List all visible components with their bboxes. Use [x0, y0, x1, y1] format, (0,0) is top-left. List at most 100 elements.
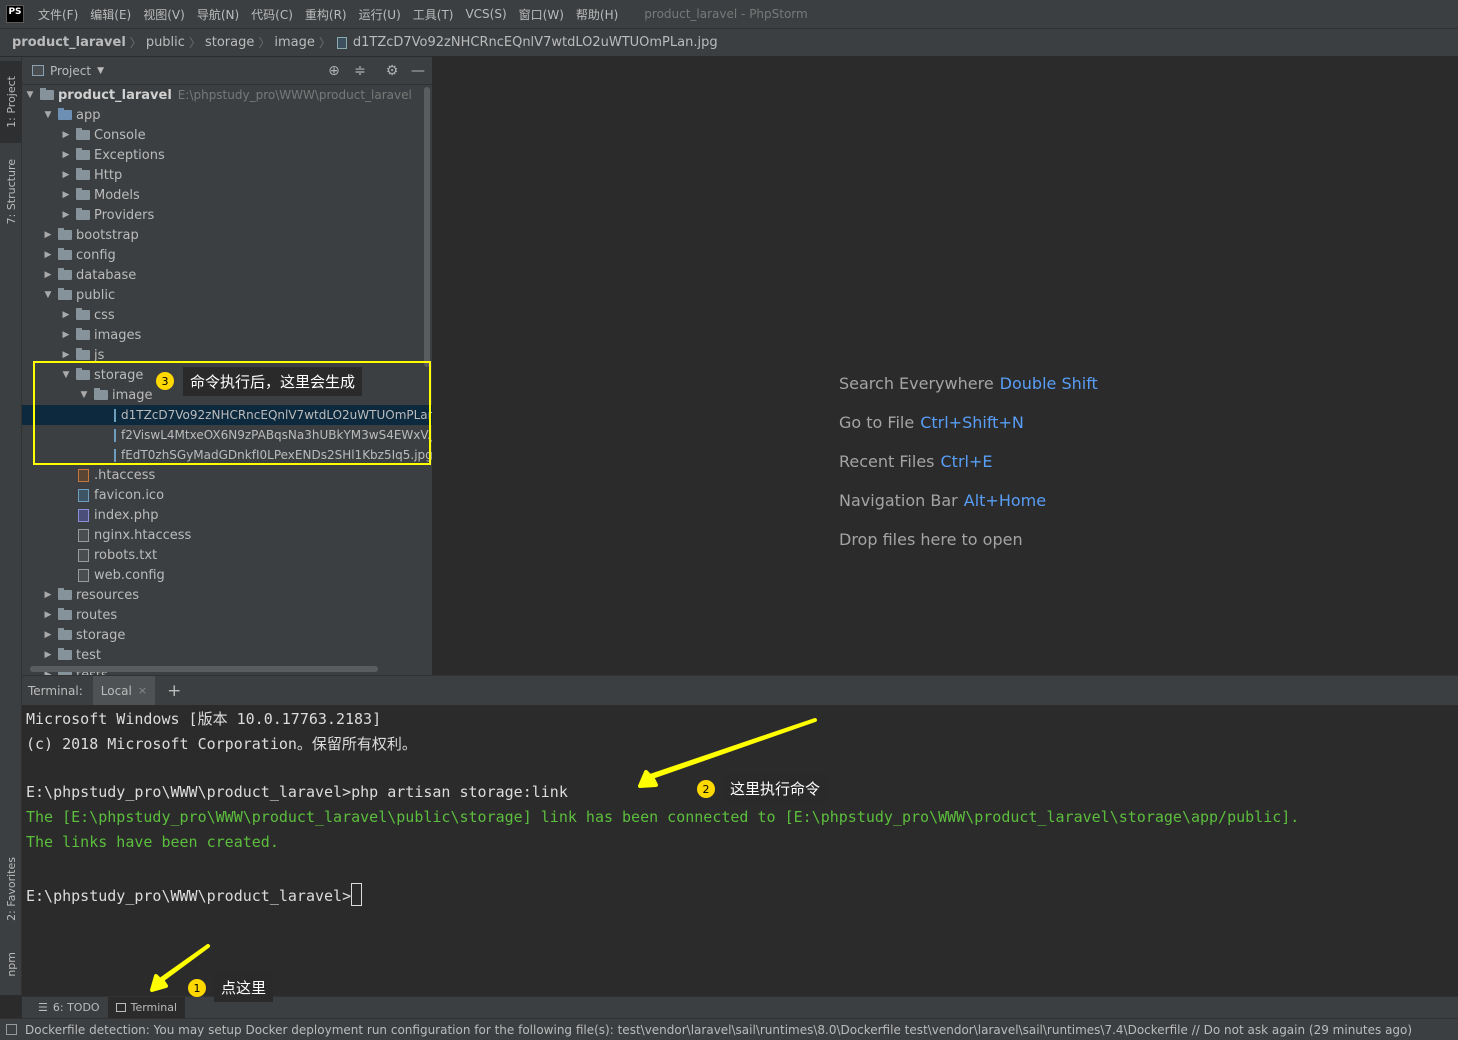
tool-windows-icon[interactable] — [6, 1024, 17, 1035]
status-message[interactable]: Dockerfile detection: You may setup Dock… — [25, 1023, 1412, 1037]
breadcrumb-project[interactable]: product_laravel — [12, 35, 126, 50]
tree-file-htaccess[interactable]: .htaccess — [22, 465, 432, 485]
text-file-icon — [78, 528, 89, 542]
chevron-right-icon: 〉 — [318, 36, 331, 50]
collapsed-arrow-icon: ▶ — [44, 250, 52, 260]
collapsed-arrow-icon: ▶ — [62, 150, 70, 160]
tree-folder-resources[interactable]: ▶ resources — [22, 585, 432, 605]
editor-area — [432, 57, 1458, 675]
folder-icon — [76, 328, 90, 340]
tab-local-label: Local — [100, 683, 132, 698]
terminal-header: Terminal: Local × + — [22, 675, 1458, 706]
menu-refactor[interactable]: 重构(R) — [299, 6, 353, 23]
tree-folder-providers[interactable]: ▶ Providers — [22, 205, 432, 225]
locate-icon[interactable]: ⊕ — [325, 62, 343, 80]
tree-vertical-scrollbar[interactable] — [424, 87, 430, 367]
tab-project[interactable]: 1: Project — [0, 61, 22, 143]
tab-structure[interactable]: 7: Structure — [0, 149, 22, 235]
menu-vcs[interactable]: VCS(S) — [459, 7, 512, 21]
chevron-right-icon: 〉 — [258, 36, 271, 50]
menu-window[interactable]: 窗口(W) — [513, 6, 570, 23]
breadcrumb-storage[interactable]: storage — [205, 35, 254, 50]
breadcrumb: product_laravel 〉 public 〉 storage 〉 ima… — [0, 28, 1458, 57]
tree-item-label: resources — [76, 587, 140, 603]
tab-todo[interactable]: ☰ 6: TODO — [30, 997, 108, 1019]
tab-favorites-label: 2: Favorites — [4, 857, 18, 921]
tree-file-robots[interactable]: robots.txt — [22, 545, 432, 565]
breadcrumb-file[interactable]: d1TZcD7Vo92zNHCRncEQnlV7wtdLO2uWTUOmPLan… — [353, 35, 718, 50]
tree-item-label: test — [76, 647, 101, 663]
tree-folder-models[interactable]: ▶ Models — [22, 185, 432, 205]
tree-file-nginx-htaccess[interactable]: nginx.htaccess — [22, 525, 432, 545]
menu-view[interactable]: 视图(V) — [137, 6, 191, 23]
tab-project-label: 1: Project — [4, 76, 18, 128]
collapse-all-icon[interactable]: ≑ — [351, 62, 369, 80]
add-tab-icon[interactable]: + — [167, 681, 181, 701]
terminal-line: The [E:\phpstudy_pro\WWW\product_laravel… — [26, 808, 1300, 826]
collapsed-arrow-icon: ▶ — [62, 130, 70, 140]
tree-folder-http[interactable]: ▶ Http — [22, 165, 432, 185]
tab-local[interactable]: Local × — [92, 675, 156, 706]
tree-folder-css[interactable]: ▶ css — [22, 305, 432, 325]
hint-shortcut: Alt+Home — [963, 491, 1047, 510]
menu-tools[interactable]: 工具(T) — [407, 6, 460, 23]
tree-folder-storage[interactable]: ▶ storage — [22, 625, 432, 645]
folder-icon — [76, 208, 90, 220]
terminal-line: The links have been created. — [26, 833, 279, 851]
chevron-down-icon[interactable]: ▼ — [97, 66, 104, 76]
breadcrumb-image[interactable]: image — [274, 35, 315, 50]
collapsed-arrow-icon: ▶ — [44, 610, 52, 620]
tree-item-label: Exceptions — [94, 147, 165, 163]
menu-bar: PS 文件(F) 编辑(E) 视图(V) 导航(N) 代码(C) 重构(R) 运… — [0, 0, 1458, 28]
tree-item-label: bootstrap — [76, 227, 139, 243]
tree-folder-exceptions[interactable]: ▶ Exceptions — [22, 145, 432, 165]
menu-help[interactable]: 帮助(H) — [570, 6, 624, 23]
project-panel-title[interactable]: Project — [50, 64, 91, 78]
menu-code[interactable]: 代码(C) — [245, 6, 299, 23]
tab-favorites[interactable]: 2: Favorites — [0, 845, 22, 933]
tree-item-label: Models — [94, 187, 140, 203]
folder-icon — [58, 608, 72, 620]
folder-icon — [58, 588, 72, 600]
hint-label: Navigation Bar — [839, 491, 958, 510]
menu-run[interactable]: 运行(U) — [353, 6, 407, 23]
annotation-badge-2: 2 — [697, 780, 715, 798]
breadcrumb-public[interactable]: public — [146, 35, 185, 50]
tab-npm[interactable]: npm — [0, 941, 22, 987]
hint-label: Go to File — [839, 413, 915, 432]
phpstorm-logo-icon: PS — [6, 5, 24, 23]
hide-icon[interactable]: — — [409, 62, 427, 80]
close-icon[interactable]: × — [138, 684, 147, 697]
collapsed-arrow-icon: ▶ — [62, 190, 70, 200]
gear-icon[interactable]: ⚙ — [383, 62, 401, 80]
folder-icon — [76, 348, 90, 360]
menu-file[interactable]: 文件(F) — [32, 6, 84, 23]
expanded-arrow-icon: ▼ — [26, 90, 34, 100]
chevron-right-icon: 〉 — [188, 36, 201, 50]
tree-file-favicon[interactable]: favicon.ico — [22, 485, 432, 505]
tree-folder-app[interactable]: ▼ app — [22, 105, 432, 125]
tree-horizontal-scrollbar[interactable] — [30, 666, 378, 672]
menu-navigate[interactable]: 导航(N) — [191, 6, 245, 23]
tree-folder-database[interactable]: ▶ database — [22, 265, 432, 285]
tree-file-index-php[interactable]: index.php — [22, 505, 432, 525]
tree-folder-images[interactable]: ▶ images — [22, 325, 432, 345]
tree-folder-routes[interactable]: ▶ routes — [22, 605, 432, 625]
tree-folder-public[interactable]: ▼ public — [22, 285, 432, 305]
terminal-prompt-line: E:\phpstudy_pro\WWW\product_laravel> — [26, 883, 363, 906]
terminal-line: E:\phpstudy_pro\WWW\product_laravel>php … — [26, 783, 568, 801]
tree-folder-bootstrap[interactable]: ▶ bootstrap — [22, 225, 432, 245]
tree-folder-console[interactable]: ▶ Console — [22, 125, 432, 145]
tree-item-label: .htaccess — [94, 467, 156, 483]
tree-folder-test[interactable]: ▶ test — [22, 645, 432, 665]
folder-icon — [76, 168, 90, 180]
collapsed-arrow-icon: ▶ — [44, 270, 52, 280]
tree-root[interactable]: ▼ product_laravel E:\phpstudy_pro\WWW\pr… — [22, 85, 432, 105]
tab-todo-label: 6: TODO — [52, 1001, 100, 1014]
tree-file-web-config[interactable]: web.config — [22, 565, 432, 585]
menu-edit[interactable]: 编辑(E) — [84, 6, 137, 23]
tree-folder-config[interactable]: ▶ config — [22, 245, 432, 265]
hint-shortcut: Ctrl+Shift+N — [920, 413, 1024, 432]
hint-navigation-bar: Navigation Bar Alt+Home — [839, 491, 1046, 510]
folder-icon — [76, 148, 90, 160]
